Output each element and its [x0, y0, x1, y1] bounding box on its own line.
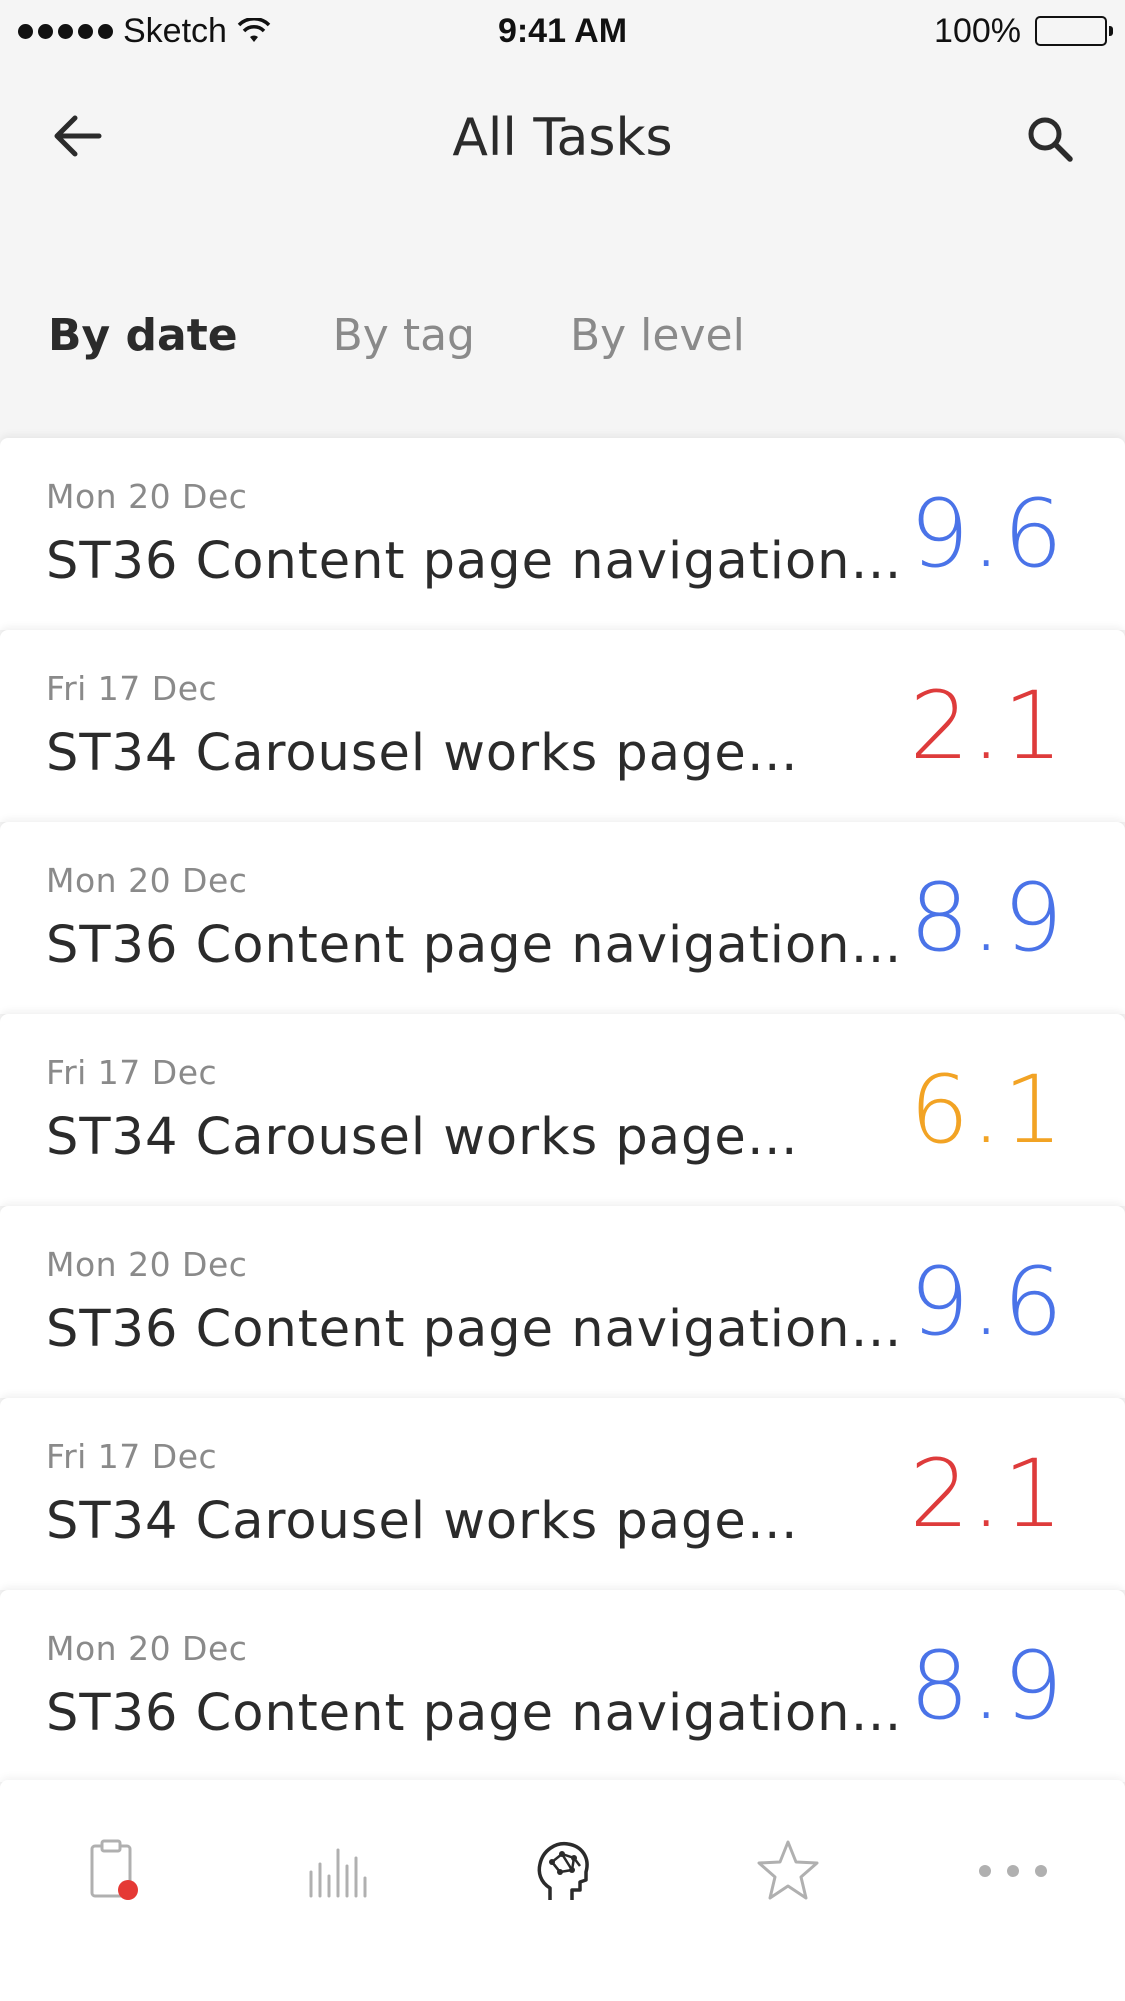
wifi-icon	[237, 18, 271, 42]
task-title: ST34 Carousel works page…	[46, 724, 799, 783]
task-score: 9.6	[909, 1247, 1065, 1357]
task-card[interactable]: Mon 20 Dec ST36 Content page navigation……	[0, 1206, 1125, 1398]
task-date: Fri 17 Dec	[46, 669, 218, 708]
clipboard-icon	[90, 1839, 138, 1900]
page-title: All Tasks	[452, 108, 673, 168]
task-card[interactable]: Fri 17 Dec ST34 Carousel works page… 2.1	[0, 630, 1125, 822]
notification-badge	[117, 1879, 138, 1900]
status-right: 100%	[934, 11, 1113, 51]
task-score: 8.9	[909, 1631, 1065, 1741]
tab-by-date[interactable]: By date	[48, 310, 238, 361]
search-button[interactable]	[1015, 104, 1085, 174]
status-bar: Sketch 9:41 AM 100%	[0, 0, 1125, 62]
task-card[interactable]: Mon 20 Dec ST36 Content page navigation……	[0, 822, 1125, 1014]
more-dots-icon	[978, 1864, 1047, 1877]
battery-icon	[1035, 16, 1113, 46]
tab-tasks[interactable]	[63, 1821, 163, 1921]
task-card[interactable]: Mon 20 Dec ST36 Content page navigation……	[0, 1590, 1125, 1782]
task-score: 9.6	[909, 479, 1065, 589]
task-card[interactable]: Fri 17 Dec ST34 Carousel works page… 6.1	[0, 1014, 1125, 1206]
task-title: ST36 Content page navigation…	[46, 916, 903, 975]
task-date: Mon 20 Dec	[46, 1629, 248, 1668]
task-title: ST36 Content page navigation…	[46, 1684, 903, 1743]
task-title: ST34 Carousel works page…	[46, 1492, 799, 1551]
task-title: ST34 Carousel works page…	[46, 1108, 799, 1167]
tab-favorites[interactable]	[738, 1821, 838, 1921]
filter-tabs: By date By tag By level	[48, 310, 745, 361]
tab-by-tag[interactable]: By tag	[333, 310, 475, 361]
bottom-tab-bar	[0, 1780, 1125, 2001]
task-score: 8.9	[909, 863, 1065, 973]
task-score: 2.1	[909, 671, 1065, 781]
task-date: Mon 20 Dec	[46, 861, 248, 900]
tab-stats[interactable]	[288, 1821, 388, 1921]
task-score: 6.1	[909, 1055, 1065, 1165]
tab-by-level[interactable]: By level	[570, 310, 745, 361]
search-icon	[1028, 117, 1073, 162]
bar-chart-icon	[309, 1848, 366, 1897]
arrow-left-icon	[54, 115, 102, 157]
carrier-label: Sketch	[123, 11, 227, 50]
nav-bar: All Tasks	[0, 80, 1125, 190]
task-title: ST36 Content page navigation…	[46, 532, 903, 591]
task-title: ST36 Content page navigation…	[46, 1300, 903, 1359]
signal-icon	[18, 23, 113, 39]
status-left: Sketch	[18, 12, 271, 51]
task-date: Fri 17 Dec	[46, 1053, 218, 1092]
tab-brain[interactable]	[513, 1821, 613, 1921]
task-card[interactable]: Fri 17 Dec ST34 Carousel works page… 2.1	[0, 1398, 1125, 1590]
task-date: Fri 17 Dec	[46, 1437, 218, 1476]
task-card[interactable]: Mon 20 Dec ST36 Content page navigation……	[0, 438, 1125, 630]
tab-more[interactable]	[963, 1821, 1063, 1921]
task-score: 2.1	[909, 1439, 1065, 1549]
task-list: Mon 20 Dec ST36 Content page navigation……	[0, 438, 1125, 1782]
task-date: Mon 20 Dec	[46, 477, 248, 516]
star-icon	[757, 1840, 818, 1899]
head-brain-icon	[537, 1841, 589, 1900]
battery-label: 100%	[934, 11, 1021, 50]
back-button[interactable]	[42, 106, 112, 166]
task-date: Mon 20 Dec	[46, 1245, 248, 1284]
